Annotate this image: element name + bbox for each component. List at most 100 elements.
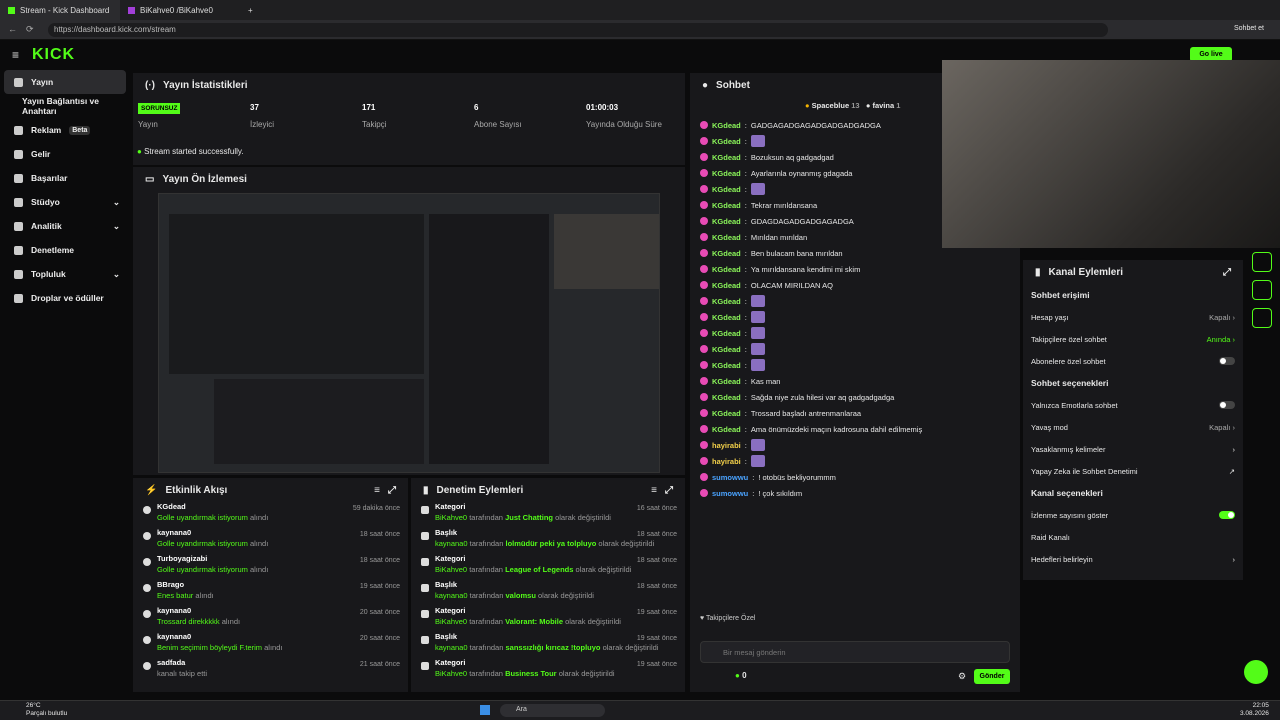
chat-username[interactable]: KGdead (712, 233, 741, 242)
chevron-down-icon: ⌄ (112, 220, 120, 231)
view-count-toggle[interactable] (1219, 511, 1235, 519)
tab-kick-dashboard[interactable]: Stream - Kick Dashboard (0, 0, 120, 20)
activity-time: 19 saat önce (359, 583, 400, 590)
sidebar-item-stream-key[interactable]: Yayın Bağlantısı ve Anahtarı (0, 94, 130, 118)
profile-label[interactable]: Sohbet et (1234, 25, 1264, 32)
clock-date: 3.08.2026 (1240, 710, 1269, 717)
chat-username[interactable]: KGdead (712, 137, 741, 146)
chat-message-input[interactable]: Bir mesaj gönderin (700, 641, 1010, 663)
user-icon (143, 506, 151, 514)
chat-username[interactable]: KGdead (712, 249, 741, 258)
chat-username[interactable]: KGdead (712, 153, 741, 162)
chat-username[interactable]: KGdead (712, 361, 741, 370)
slow-mode-row[interactable]: Yavaş mod Kapalı › (1023, 416, 1243, 438)
chat-username[interactable]: KGdead (712, 329, 741, 338)
expand-icon[interactable]: ⤢ (665, 485, 673, 496)
chat-message: KGdead: Kas man (690, 373, 1010, 389)
stat-label: Yayın (138, 120, 158, 129)
sidebar-item-label: Analitik (31, 221, 62, 231)
mod-time: 18 saat önce (636, 557, 677, 564)
chat-username[interactable]: KGdead (712, 297, 741, 306)
expand-icon[interactable]: ⤢ (1223, 267, 1231, 278)
chat-help-icon[interactable] (1244, 660, 1268, 684)
gear-icon[interactable]: ⚙ (958, 671, 966, 682)
windows-taskbar: 26°C Parçalı bulutlu Ara 22:05 3.08.2026 (0, 700, 1280, 720)
rail-broadcast-icon[interactable] (1252, 252, 1272, 272)
sidebar-item-label: Gelir (31, 149, 51, 159)
banned-words-row[interactable]: Yasaklanmış kelimeler › (1023, 438, 1243, 460)
points-count: ● 0 (735, 671, 747, 680)
chat-username[interactable]: hayirabi (712, 457, 741, 466)
chat-username[interactable]: sumowwu (712, 473, 748, 482)
filter-icon[interactable]: ≡ (374, 485, 380, 496)
taskbar-search[interactable]: Ara (500, 704, 605, 717)
sidebar-item-reklam[interactable]: Reklam Beta (0, 118, 130, 142)
ad-icon (14, 125, 23, 135)
chat-username[interactable]: sumowwu (712, 489, 748, 498)
expand-icon[interactable]: ⤢ (388, 485, 396, 496)
chat-username[interactable]: KGdead (712, 393, 741, 402)
send-button[interactable]: Gönder (974, 669, 1010, 684)
chat-message: KGdead: (690, 309, 1010, 325)
sidebar-item-gelir[interactable]: Gelir (0, 142, 130, 166)
sidebar-item-studyo[interactable]: Stüdyo ⌄ (0, 190, 130, 214)
chat-username[interactable]: KGdead (712, 281, 741, 290)
sidebar-item-yayin[interactable]: Yayın (4, 70, 126, 94)
chat-username[interactable]: KGdead (712, 377, 741, 386)
chat-username[interactable]: KGdead (712, 265, 741, 274)
chat-username[interactable]: KGdead (712, 425, 741, 434)
mod-end: olarak değiştirildi (573, 565, 632, 574)
mod-mid: tarafından (467, 539, 506, 548)
chat-username[interactable]: KGdead (712, 169, 741, 178)
menu-icon[interactable]: ≡ (12, 48, 19, 62)
follower-chat-row[interactable]: Takipçilere özel sohbet Anında › (1023, 328, 1243, 350)
chat-username[interactable]: KGdead (712, 121, 741, 130)
filter-icon[interactable]: ≡ (651, 485, 657, 496)
rail-panel-icon[interactable] (1252, 280, 1272, 300)
chat-colon: : (744, 392, 747, 402)
user-badge-icon (700, 361, 708, 369)
chat-colon: : (752, 488, 755, 498)
sub-chat-toggle[interactable] (1219, 357, 1235, 365)
activity-reward: Trossard direkkkkk (157, 617, 220, 626)
new-tab-button[interactable]: + (240, 0, 261, 20)
chat-username[interactable]: KGdead (712, 313, 741, 322)
user-badge-icon (700, 473, 708, 481)
trophy-icon (14, 173, 23, 183)
chat-username[interactable]: KGdead (712, 345, 741, 354)
chat-username[interactable]: KGdead (712, 185, 741, 194)
back-icon[interactable]: ← (8, 24, 17, 34)
chat-username[interactable]: KGdead (712, 217, 741, 226)
start-icon[interactable] (480, 705, 490, 715)
section-chat-options: Sohbet seçenekleri (1031, 378, 1109, 388)
ai-moderation-row[interactable]: Yapay Zeka ile Sohbet Denetimi ↗ (1023, 460, 1243, 482)
row-value: Kapalı › (1209, 312, 1235, 322)
kick-logo[interactable]: KICK (32, 46, 75, 64)
sidebar-item-denetleme[interactable]: Denetleme (0, 238, 130, 262)
stat-uptime: 01:00:03 Yayında Olduğu Süre (586, 103, 662, 129)
success-text: Stream started successfully. (144, 147, 244, 156)
stat-value: 171 (362, 103, 376, 112)
account-age-row[interactable]: Hesap yaşı Kapalı › (1023, 306, 1243, 328)
sidebar-item-droplar[interactable]: Droplar ve ödüller (0, 286, 130, 310)
sidebar-item-topluluk[interactable]: Topluluk ⌄ (0, 262, 130, 286)
preview-video[interactable] (158, 193, 660, 473)
chat-username[interactable]: hayirabi (712, 441, 741, 450)
weather-widget[interactable]: 26°C Parçalı bulutlu (26, 702, 67, 718)
sidebar-item-basarilar[interactable]: Başarılar (0, 166, 130, 190)
right-rail (1252, 252, 1272, 352)
tab-bikahve[interactable]: BiKahve0 /BiKahve0 (120, 0, 240, 20)
refresh-icon[interactable]: ⟳ (26, 24, 34, 35)
emote-only-toggle[interactable] (1219, 401, 1235, 409)
sidebar-item-label: Reklam (31, 125, 62, 135)
mod-time: 18 saat önce (636, 583, 677, 590)
rail-wrench-icon[interactable] (1252, 308, 1272, 328)
sidebar-item-analitik[interactable]: Analitik ⌄ (0, 214, 130, 238)
goals-row[interactable]: Hedefleri belirleyin › (1023, 548, 1243, 570)
raid-row[interactable]: Raid Kanalı (1023, 526, 1243, 548)
clock[interactable]: 22:05 3.08.2026 (1240, 702, 1269, 718)
chat-username[interactable]: KGdead (712, 201, 741, 210)
mod-desc: BiKahve0 tarafından Valorant: Mobile ola… (435, 617, 685, 626)
url-input[interactable]: https://dashboard.kick.com/stream (48, 23, 1108, 37)
chat-username[interactable]: KGdead (712, 409, 741, 418)
